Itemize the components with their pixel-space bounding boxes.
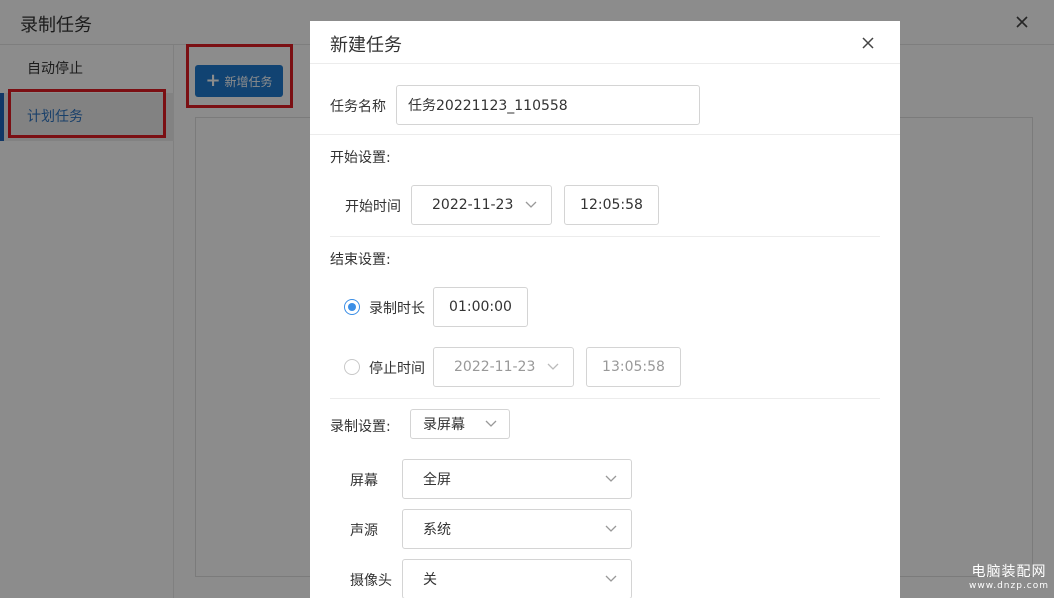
chevron-down-icon bbox=[485, 420, 497, 427]
start-settings-heading: 开始设置: bbox=[330, 150, 391, 166]
duration-value: 01:00:00 bbox=[449, 299, 512, 315]
screen-label: 屏幕 bbox=[350, 473, 378, 489]
duration-input[interactable]: 01:00:00 bbox=[433, 287, 528, 327]
end-settings-heading: 结束设置: bbox=[330, 252, 391, 268]
stop-date-value: 2022-11-23 bbox=[454, 359, 536, 375]
start-time-label: 开始时间 bbox=[345, 199, 401, 215]
task-name-input[interactable]: 任务20221123_110558 bbox=[396, 85, 700, 125]
chevron-down-icon bbox=[605, 475, 617, 482]
dialog-header: 新建任务 bbox=[310, 21, 900, 64]
watermark-title: 电脑装配网 bbox=[971, 564, 1047, 580]
radio-stop-time[interactable] bbox=[344, 359, 360, 375]
start-time-value: 12:05:58 bbox=[580, 197, 643, 213]
radio-duration[interactable] bbox=[344, 299, 360, 315]
task-name-value: 任务20221123_110558 bbox=[408, 98, 568, 114]
stop-time-value: 13:05:58 bbox=[602, 359, 665, 375]
chevron-down-icon bbox=[525, 201, 537, 208]
watermark: 电脑装配网 www.dnzp.com bbox=[968, 561, 1050, 591]
record-mode-select[interactable]: 录屏幕 bbox=[410, 409, 510, 439]
new-task-dialog: 新建任务 任务名称 任务20221123_110558 开始设置: 开始时间 2… bbox=[310, 21, 900, 598]
camera-label: 摄像头 bbox=[350, 573, 392, 589]
screen-value: 全屏 bbox=[423, 472, 451, 488]
stop-date-picker[interactable]: 2022-11-23 bbox=[433, 347, 574, 387]
stop-time-label: 停止时间 bbox=[369, 361, 425, 377]
stop-time-input[interactable]: 13:05:58 bbox=[586, 347, 681, 387]
audio-source-select[interactable]: 系统 bbox=[402, 509, 632, 549]
audio-source-label: 声源 bbox=[350, 523, 378, 539]
close-icon[interactable] bbox=[858, 33, 878, 53]
divider bbox=[330, 236, 880, 237]
chevron-down-icon bbox=[605, 525, 617, 532]
audio-source-value: 系统 bbox=[423, 522, 451, 538]
chevron-down-icon bbox=[547, 363, 559, 370]
duration-label: 录制时长 bbox=[369, 301, 425, 317]
camera-select[interactable]: 关 bbox=[402, 559, 632, 598]
chevron-down-icon bbox=[605, 575, 617, 582]
record-settings-heading: 录制设置: bbox=[330, 419, 391, 435]
divider bbox=[310, 134, 900, 135]
screen-select[interactable]: 全屏 bbox=[402, 459, 632, 499]
task-name-label: 任务名称 bbox=[330, 99, 386, 115]
record-mode-value: 录屏幕 bbox=[423, 417, 465, 433]
start-date-picker[interactable]: 2022-11-23 bbox=[411, 185, 552, 225]
divider bbox=[330, 398, 880, 399]
start-time-input[interactable]: 12:05:58 bbox=[564, 185, 659, 225]
dialog-title: 新建任务 bbox=[330, 35, 402, 56]
watermark-url: www.dnzp.com bbox=[968, 581, 1050, 591]
camera-value: 关 bbox=[423, 572, 437, 588]
start-date-value: 2022-11-23 bbox=[432, 197, 514, 213]
